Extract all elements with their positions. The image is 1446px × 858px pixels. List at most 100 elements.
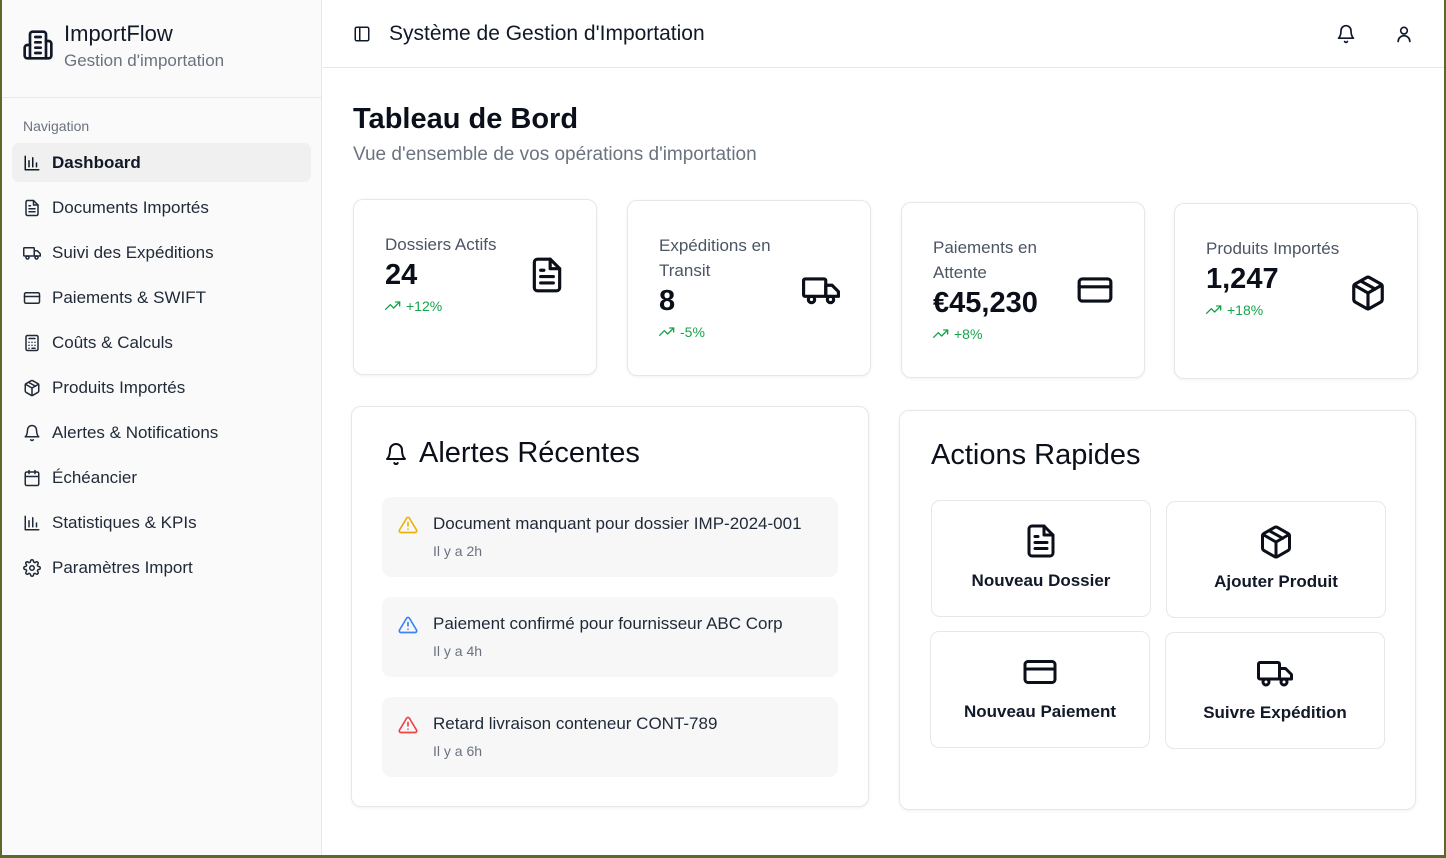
sidebar-item-label: Produits Importés: [52, 377, 186, 397]
stat-trend-value: +8%: [954, 326, 983, 342]
bell-icon[interactable]: [1336, 24, 1356, 44]
alert-message: Retard livraison conteneur CONT-789: [433, 714, 718, 733]
sidebar-nav: Dashboard Documents Importés Suivi des E…: [2, 143, 321, 587]
sidebar-item-products[interactable]: Produits Importés: [12, 368, 311, 407]
calendar-icon: [23, 469, 41, 487]
package-icon: [23, 379, 41, 397]
top-header: Système de Gestion d'Importation: [323, 0, 1444, 68]
truck-icon: [1257, 655, 1293, 691]
add-product-button[interactable]: Ajouter Produit: [1166, 501, 1386, 618]
stat-card-payments[interactable]: Paiements en Attente €45,230 +8%: [901, 202, 1145, 378]
stat-label: Produits Importés: [1206, 239, 1340, 258]
trending-up-icon: [933, 328, 949, 340]
sidebar-item-schedule[interactable]: Échéancier: [12, 458, 311, 497]
bar-chart-icon: [23, 514, 41, 532]
nav-section-label: Navigation: [23, 118, 90, 134]
credit-card-icon: [1022, 654, 1058, 690]
stat-trend: -5%: [659, 324, 870, 340]
new-payment-button[interactable]: Nouveau Paiement: [930, 631, 1150, 748]
sidebar-item-statistics[interactable]: Statistiques & KPIs: [12, 503, 311, 542]
sidebar-item-label: Statistiques & KPIs: [52, 512, 197, 532]
stat-label: Paiements en Attente: [933, 238, 1037, 282]
truck-icon: [802, 271, 840, 309]
warning-icon: [398, 615, 418, 635]
package-icon: [1258, 524, 1294, 560]
stat-card-dossiers[interactable]: Dossiers Actifs 24 +12%: [353, 199, 597, 375]
page-subtitle: Vue d'ensemble de vos opérations d'impor…: [353, 144, 757, 165]
main-content: Tableau de Bord Vue d'ensemble de vos op…: [323, 69, 1444, 855]
alert-item[interactable]: Retard livraison conteneur CONT-789 Il y…: [382, 697, 838, 777]
sidebar-item-alerts[interactable]: Alertes & Notifications: [12, 413, 311, 452]
credit-card-icon: [23, 289, 41, 307]
alert-item[interactable]: Paiement confirmé pour fournisseur ABC C…: [382, 597, 838, 677]
stat-trend-value: +18%: [1227, 302, 1264, 318]
file-icon: [1023, 523, 1059, 559]
warning-icon: [398, 515, 418, 535]
bar-chart-icon: [23, 154, 41, 172]
sidebar-item-label: Suivi des Expéditions: [52, 242, 214, 262]
quick-actions-title: Actions Rapides: [931, 439, 1141, 471]
bell-icon: [384, 442, 408, 466]
sidebar: ImportFlow Gestion d'importation Navigat…: [2, 0, 322, 855]
alert-message: Document manquant pour dossier IMP-2024-…: [433, 514, 802, 533]
stat-trend-value: -5%: [680, 324, 705, 340]
stat-trend: +12%: [385, 298, 596, 314]
calculator-icon: [23, 334, 41, 352]
stat-card-shipments[interactable]: Expéditions en Transit 8 -5%: [627, 200, 871, 376]
app-subtitle: Gestion d'importation: [64, 51, 225, 70]
sidebar-item-dashboard[interactable]: Dashboard: [12, 143, 311, 182]
alert-time: Il y a 6h: [433, 743, 483, 759]
gear-icon: [23, 559, 41, 577]
file-icon: [528, 256, 566, 294]
track-shipment-button[interactable]: Suivre Expédition: [1165, 632, 1385, 749]
brand[interactable]: ImportFlow Gestion d'importation: [2, 0, 321, 98]
stat-label: Dossiers Actifs: [385, 235, 497, 254]
credit-card-icon: [1076, 271, 1114, 309]
sidebar-item-label: Dashboard: [52, 152, 141, 172]
sidebar-item-settings[interactable]: Paramètres Import: [12, 548, 311, 587]
quick-action-label: Ajouter Produit: [1214, 572, 1338, 591]
user-icon[interactable]: [1394, 24, 1414, 44]
quick-action-label: Nouveau Dossier: [971, 571, 1111, 590]
stat-card-products[interactable]: Produits Importés 1,247 +18%: [1174, 203, 1418, 379]
bell-icon: [23, 424, 41, 442]
package-icon: [1349, 274, 1387, 312]
quick-action-label: Suivre Expédition: [1203, 703, 1347, 722]
app-name: ImportFlow: [64, 21, 173, 46]
page-title: Tableau de Bord: [353, 103, 579, 135]
trending-up-icon: [385, 300, 401, 312]
alerts-title: Alertes Récentes: [384, 437, 640, 470]
quick-action-label: Nouveau Paiement: [963, 702, 1117, 721]
trending-up-icon: [1206, 304, 1222, 316]
header-title: Système de Gestion d'Importation: [389, 21, 705, 45]
sidebar-toggle-icon[interactable]: [353, 25, 371, 43]
file-icon: [23, 199, 41, 217]
sidebar-item-costs[interactable]: Coûts & Calculs: [12, 323, 311, 362]
header-actions: [1336, 24, 1414, 44]
warning-icon: [398, 715, 418, 735]
trending-up-icon: [659, 326, 675, 338]
alert-item[interactable]: Document manquant pour dossier IMP-2024-…: [382, 497, 838, 577]
alert-time: Il y a 2h: [433, 543, 483, 559]
new-dossier-button[interactable]: Nouveau Dossier: [931, 500, 1151, 617]
quick-actions-panel: Actions Rapides Nouveau Dossier Ajouter …: [899, 410, 1416, 810]
app-window: ImportFlow Gestion d'importation Navigat…: [2, 0, 1444, 855]
alerts-title-text: Alertes Récentes: [419, 437, 640, 469]
sidebar-item-label: Documents Importés: [52, 197, 209, 217]
sidebar-item-payments[interactable]: Paiements & SWIFT: [12, 278, 311, 317]
stat-trend: +8%: [933, 326, 1144, 342]
sidebar-item-label: Paramètres Import: [52, 557, 193, 577]
sidebar-item-shipments[interactable]: Suivi des Expéditions: [12, 233, 311, 272]
building-icon: [22, 29, 54, 61]
sidebar-item-label: Alertes & Notifications: [52, 422, 219, 442]
stat-label: Expéditions en Transit: [659, 236, 771, 280]
alert-time: Il y a 4h: [433, 643, 483, 659]
alerts-panel: Alertes Récentes Document manquant pour …: [351, 406, 869, 807]
sidebar-item-label: Coûts & Calculs: [52, 332, 173, 352]
sidebar-item-label: Échéancier: [52, 467, 138, 487]
alert-message: Paiement confirmé pour fournisseur ABC C…: [433, 614, 783, 633]
sidebar-item-documents[interactable]: Documents Importés: [12, 188, 311, 227]
sidebar-item-label: Paiements & SWIFT: [52, 287, 206, 307]
truck-icon: [23, 244, 41, 262]
stat-trend-value: +12%: [406, 298, 443, 314]
